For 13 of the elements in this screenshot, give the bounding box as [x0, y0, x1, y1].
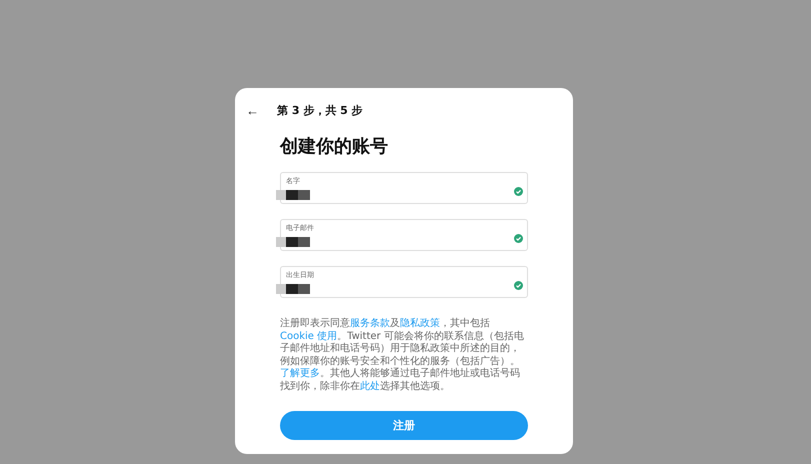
- terms-paragraph: 注册即表示同意服务条款及隐私政策，其中包括 Cookie 使用。Twitter 可能会将你的联系信息（包括电子邮件地址和电话号码）用于隐私政策中所述的目的，例如保障你的账号安全和个性化的服务（包括广告）。 了解更多。其他人将能够通过电子邮件地址或电话号码找到你，除非你在此处选择其他选项。: [280, 318, 525, 393]
- back-button[interactable]: ←: [244, 102, 261, 118]
- pixelated-value: [276, 190, 310, 200]
- terms-link[interactable]: 了解更多: [280, 368, 320, 379]
- terms-link[interactable]: 服务条款: [350, 318, 390, 329]
- pixelated-value: [276, 284, 310, 294]
- terms-link[interactable]: Cookie 使用: [280, 330, 338, 342]
- terms-link[interactable]: 隐私政策: [400, 318, 440, 329]
- signup-button[interactable]: 注册: [280, 411, 528, 440]
- step-indicator: 第 3 步，共 5 步: [277, 102, 363, 118]
- terms-link[interactable]: 此处: [360, 380, 380, 392]
- page-title: 创建你的账号: [280, 135, 389, 158]
- pixelated-value: [276, 237, 310, 247]
